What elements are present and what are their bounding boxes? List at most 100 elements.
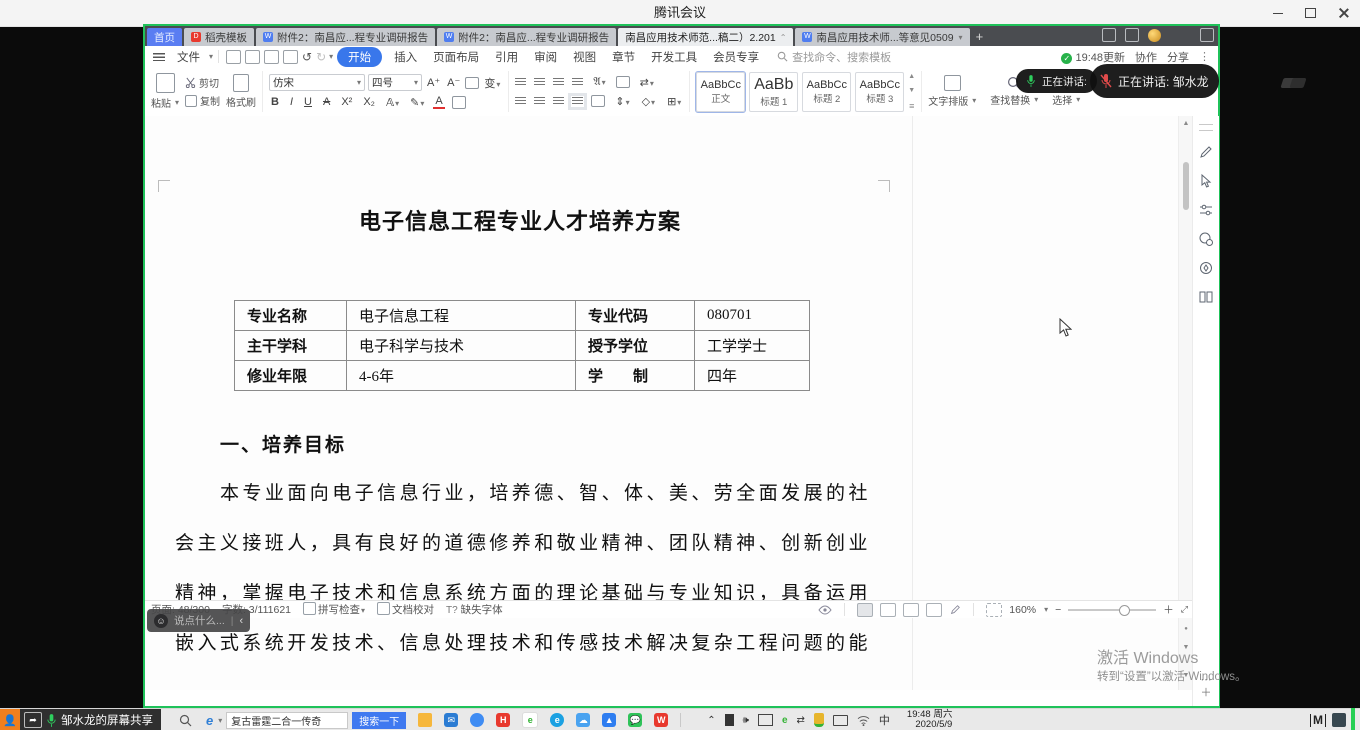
menu-references[interactable]: 引用 <box>487 49 526 65</box>
increase-indent-icon[interactable] <box>572 78 583 87</box>
styles-scroll-up-icon[interactable]: ▲ <box>908 73 915 80</box>
command-search[interactable]: 查找命令、搜索模板 <box>777 49 891 65</box>
missing-fonts-button[interactable]: T? 缺失字体 <box>446 602 503 617</box>
highlight-button[interactable]: 𝔸▾ <box>384 96 401 109</box>
bullet-list-icon[interactable] <box>515 78 526 87</box>
cut-button[interactable]: 剪切 <box>185 75 220 90</box>
dark-app-icon[interactable] <box>1332 713 1346 727</box>
wrap-button[interactable]: ⇄▾ <box>638 76 656 89</box>
chat-input-placeholder[interactable]: 说点什么... <box>174 613 225 628</box>
zoom-level[interactable]: 160% <box>1009 604 1036 616</box>
menu-home[interactable]: 开始 <box>337 47 382 67</box>
account-avatar[interactable] <box>1148 29 1161 42</box>
maximize-button[interactable] <box>1294 0 1327 26</box>
align-left-icon[interactable] <box>515 97 526 106</box>
wechat-icon[interactable]: 💬 <box>628 713 642 727</box>
collapse-chat-icon[interactable]: ‹ <box>240 615 244 627</box>
phonetic-guide-button[interactable]: 变▾ <box>482 75 502 91</box>
taskbar-search-icon[interactable] <box>179 714 192 727</box>
collaborate-button[interactable]: 协作 <box>1135 49 1157 65</box>
display-icon[interactable] <box>758 714 773 726</box>
taskbar-search-box[interactable]: e ▾ 复古雷霆二合一传奇 搜索一下 <box>206 712 406 729</box>
restore-window-icon[interactable] <box>1200 28 1214 42</box>
share-arrow-icon[interactable]: ➦ <box>24 712 42 728</box>
sticker-icon[interactable] <box>1198 231 1214 247</box>
text-direction-button[interactable]: 𝔄▾ <box>591 76 607 89</box>
distribute-icon[interactable] <box>591 95 605 107</box>
tray-expand-icon[interactable]: ⌃ <box>707 715 715 726</box>
menu-section[interactable]: 章节 <box>604 49 643 65</box>
undo-icon[interactable]: ↺ <box>302 50 312 64</box>
line-spacing-button[interactable]: ⇕▾ <box>613 95 631 108</box>
superscript-button[interactable]: X² <box>339 96 354 108</box>
menu-file[interactable]: 文件 <box>169 49 208 65</box>
spellcheck-toggle[interactable]: 拼写检查▾ <box>303 602 365 617</box>
print-preview-icon[interactable] <box>283 50 298 64</box>
web-view-icon[interactable] <box>926 603 942 617</box>
menu-view[interactable]: 视图 <box>565 49 604 65</box>
volume-icon[interactable]: 🕪 <box>743 715 749 726</box>
scrollbar-thumb[interactable] <box>1183 162 1189 210</box>
security-shield-icon[interactable] <box>814 713 824 727</box>
zoom-slider[interactable] <box>1068 609 1156 611</box>
bold-button[interactable]: B <box>269 96 281 108</box>
sync-icon[interactable]: ⇄ <box>797 715 805 726</box>
number-list-icon[interactable] <box>534 78 545 87</box>
hamburger-icon[interactable] <box>153 53 165 61</box>
close-button[interactable] <box>1327 0 1360 26</box>
tab-layout-icon[interactable] <box>1102 28 1116 42</box>
print-icon[interactable] <box>264 50 279 64</box>
menu-member[interactable]: 会员专享 <box>705 49 767 65</box>
tab-doc-attachment-2[interactable]: W附件2：南昌应...程专业调研报告 <box>437 28 616 46</box>
tab-home[interactable]: 首页 <box>147 28 182 46</box>
zoom-out-button[interactable]: − <box>1055 604 1061 616</box>
cloud-app-icon[interactable]: ☁ <box>576 713 590 727</box>
align-right-icon[interactable] <box>553 97 564 106</box>
shading-button[interactable]: ◇▾ <box>640 95 657 108</box>
menu-review[interactable]: 审阅 <box>526 49 565 65</box>
browser-app-icon[interactable] <box>470 713 484 727</box>
select-cursor-icon[interactable] <box>1198 173 1214 189</box>
export-pdf-icon[interactable] <box>245 50 260 64</box>
fullscreen-icon[interactable]: ⤢ <box>1181 604 1188 615</box>
browse-object-icon[interactable]: ● <box>1179 626 1193 632</box>
tab-docer[interactable]: D稻壳模板 <box>184 28 254 46</box>
character-border-icon[interactable] <box>452 96 466 109</box>
locate-pin-icon[interactable] <box>1198 260 1214 276</box>
share-button[interactable]: 分享 <box>1167 49 1189 65</box>
tab-doc-opinions[interactable]: W南昌应用技术师...等意见0509▾ <box>795 28 969 46</box>
fit-page-icon[interactable] <box>986 603 1002 617</box>
ink-pen-icon[interactable] <box>949 604 961 616</box>
subscript-button[interactable]: X₂ <box>361 96 377 108</box>
redo-icon[interactable]: ↻ <box>316 50 326 64</box>
style-heading1[interactable]: AaBb标题 1 <box>749 72 798 112</box>
decrease-indent-icon[interactable] <box>553 78 564 87</box>
emoji-icon[interactable]: ☺ <box>154 614 168 628</box>
char-scale-icon[interactable] <box>616 76 630 88</box>
ime-indicator[interactable]: 中 <box>879 712 890 728</box>
text-effects-button[interactable]: ✎▾ <box>408 96 426 109</box>
shrink-font-button[interactable]: A⁻ <box>445 76 462 89</box>
clear-format-icon[interactable] <box>465 77 479 89</box>
appstore-icon[interactable]: H <box>496 713 510 727</box>
underline-button[interactable]: U <box>302 96 314 108</box>
drag-handle[interactable] <box>1199 124 1213 131</box>
wifi-icon[interactable] <box>857 715 870 726</box>
tab-doc-attachment-1[interactable]: W附件2：南昌应...程专业调研报告 <box>256 28 435 46</box>
taskbar-search-input[interactable]: 复古雷霆二合一传奇 <box>226 712 348 729</box>
photos-app-icon[interactable]: ▲ <box>602 713 616 727</box>
new-tab-button[interactable]: + <box>976 29 984 44</box>
italic-button[interactable]: I <box>288 96 295 108</box>
zoom-slider-knob[interactable] <box>1119 605 1130 616</box>
file-explorer-icon[interactable] <box>418 713 432 727</box>
chat-quick-bubble[interactable]: ☺ 说点什么... | ‹ <box>147 609 250 632</box>
tray-ie-icon[interactable]: e <box>782 715 788 726</box>
battery-icon[interactable] <box>725 714 734 726</box>
copy-button[interactable]: 复制 <box>185 93 220 108</box>
tab-grid-icon[interactable] <box>1125 28 1139 42</box>
taskbar-search-button[interactable]: 搜索一下 <box>352 712 406 729</box>
add-tool-icon[interactable]: ＋ <box>1201 687 1212 699</box>
clock[interactable]: 19:48 周六 2020/5/9 <box>907 710 952 730</box>
scroll-up-icon[interactable]: ▲ <box>1179 120 1193 127</box>
align-center-icon[interactable] <box>534 97 545 106</box>
